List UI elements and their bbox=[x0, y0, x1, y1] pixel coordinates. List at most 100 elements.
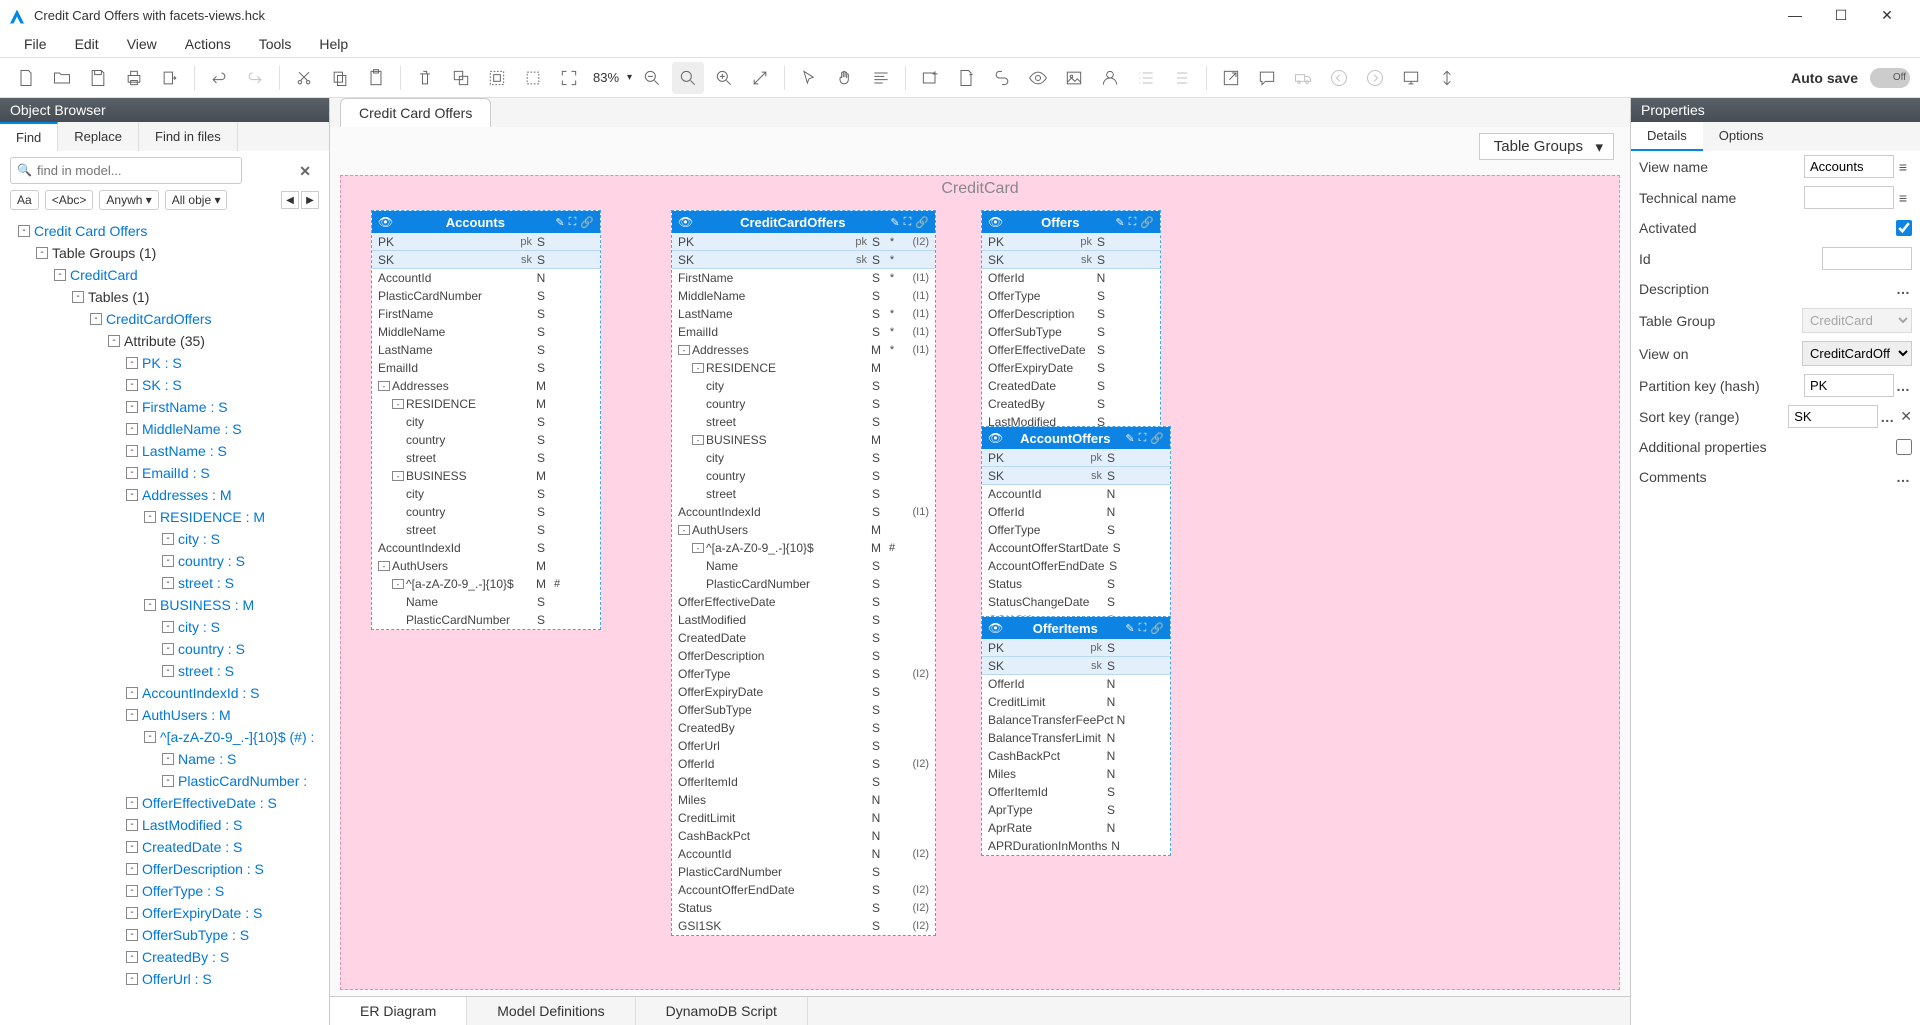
table-row[interactable]: OfferIdN bbox=[982, 503, 1170, 521]
zoom-level[interactable]: 83% bbox=[589, 70, 623, 85]
tree-node[interactable]: -city : S bbox=[0, 528, 329, 550]
tree-toggle-icon[interactable]: - bbox=[162, 555, 174, 567]
document-tab[interactable]: Credit Card Offers bbox=[340, 98, 491, 127]
table-key-row[interactable]: SKskS* bbox=[672, 251, 935, 269]
nav-next-icon[interactable] bbox=[1359, 62, 1391, 94]
undo-icon[interactable] bbox=[203, 62, 235, 94]
tree-node[interactable]: -PK : S bbox=[0, 352, 329, 374]
tree-node[interactable]: -SK : S bbox=[0, 374, 329, 396]
edit-icon[interactable]: ✎ bbox=[890, 216, 899, 229]
table-row[interactable]: EmailIdS bbox=[372, 359, 600, 377]
table-row[interactable]: CreatedDateS bbox=[672, 629, 935, 647]
clear-icon[interactable]: ✕ bbox=[1900, 408, 1912, 425]
tree-toggle-icon[interactable]: - bbox=[162, 753, 174, 765]
table-row[interactable]: OfferDescriptionS bbox=[672, 647, 935, 665]
list-icon[interactable] bbox=[1130, 62, 1162, 94]
link-icon[interactable]: 🔗 bbox=[1150, 622, 1164, 635]
table-key-row[interactable]: PKpkS bbox=[982, 449, 1170, 467]
fit-icon[interactable] bbox=[553, 62, 585, 94]
bottom-tab-dynamodb-script[interactable]: DynamoDB Script bbox=[636, 997, 808, 1025]
link-icon[interactable] bbox=[986, 62, 1018, 94]
tree-toggle-icon[interactable]: - bbox=[162, 577, 174, 589]
erd-table-offers[interactable]: 👁Offers✎⛶🔗PKpkSSKskSOfferIdNOfferTypeSOf… bbox=[981, 210, 1161, 450]
redo-icon[interactable] bbox=[239, 62, 271, 94]
truck-icon[interactable] bbox=[1287, 62, 1319, 94]
eye-icon[interactable]: 👁 bbox=[378, 215, 393, 229]
table-row[interactable]: StatusChangeDateS bbox=[982, 593, 1170, 611]
prop-tab-details[interactable]: Details bbox=[1631, 122, 1703, 151]
erd-table-accounts[interactable]: 👁Accounts✎⛶🔗PKpkSSKskSAccountIdNPlasticC… bbox=[371, 210, 601, 630]
collapse-icon[interactable]: - bbox=[678, 525, 690, 535]
table-row[interactable]: OfferEffectiveDateS bbox=[982, 341, 1160, 359]
duplicate-icon[interactable] bbox=[445, 62, 477, 94]
table-row[interactable]: OfferIdN bbox=[982, 675, 1170, 693]
more-icon[interactable]: … bbox=[1878, 409, 1896, 425]
table-row[interactable]: CreatedByS bbox=[672, 719, 935, 737]
tree-toggle-icon[interactable]: - bbox=[126, 819, 138, 831]
table-row[interactable]: streetS bbox=[672, 413, 935, 431]
export-icon[interactable] bbox=[154, 62, 186, 94]
table-row[interactable]: EmailIdS*(I1) bbox=[672, 323, 935, 341]
pointer-icon[interactable] bbox=[793, 62, 825, 94]
table-row[interactable]: OfferDescriptionS bbox=[982, 305, 1160, 323]
table-row[interactable]: NameS bbox=[372, 593, 600, 611]
tree-node[interactable]: -AccountIndexId : S bbox=[0, 682, 329, 704]
print-icon[interactable] bbox=[118, 62, 150, 94]
collapse-icon[interactable] bbox=[1431, 62, 1463, 94]
tree-toggle-icon[interactable]: - bbox=[126, 907, 138, 919]
prop-activated-checkbox[interactable] bbox=[1896, 220, 1912, 236]
tree-node[interactable]: -OfferEffectiveDate : S bbox=[0, 792, 329, 814]
expand-icon[interactable]: ⛶ bbox=[1129, 216, 1137, 229]
tree-node[interactable]: -OfferType : S bbox=[0, 880, 329, 902]
delete-icon[interactable] bbox=[409, 62, 441, 94]
tree-toggle-icon[interactable]: - bbox=[72, 291, 84, 303]
table-row[interactable]: OfferExpiryDateS bbox=[672, 683, 935, 701]
view-selector[interactable]: Table Groups bbox=[1479, 133, 1614, 160]
table-row[interactable]: LastNameS*(I1) bbox=[672, 305, 935, 323]
bottom-tab-er-diagram[interactable]: ER Diagram bbox=[330, 997, 467, 1025]
tree-toggle-icon[interactable]: - bbox=[90, 313, 102, 325]
table-row[interactable]: OfferSubTypeS bbox=[672, 701, 935, 719]
select-all-icon[interactable] bbox=[481, 62, 513, 94]
tree-node[interactable]: -CreditCard bbox=[0, 264, 329, 286]
table-row[interactable]: cityS bbox=[672, 377, 935, 395]
prop-viewon-select[interactable]: CreditCardOff bbox=[1802, 341, 1912, 366]
table-key-row[interactable]: SKskS bbox=[982, 657, 1170, 675]
tree-node[interactable]: -PlasticCardNumber : bbox=[0, 770, 329, 792]
prop-tab-options[interactable]: Options bbox=[1703, 122, 1780, 151]
edit-icon[interactable]: ✎ bbox=[1125, 622, 1134, 635]
add-doc-icon[interactable] bbox=[950, 62, 982, 94]
collapse-icon[interactable]: - bbox=[692, 363, 704, 373]
table-row[interactable]: OfferItemIdS bbox=[672, 773, 935, 791]
tree-toggle-icon[interactable]: - bbox=[144, 511, 156, 523]
tree-node[interactable]: -LastModified : S bbox=[0, 814, 329, 836]
menu-view[interactable]: View bbox=[113, 30, 171, 57]
table-row[interactable]: countryS bbox=[372, 431, 600, 449]
close-button[interactable]: ✕ bbox=[1864, 0, 1910, 30]
filter-chip[interactable]: Anywh ▾ bbox=[99, 190, 158, 210]
tree-toggle-icon[interactable]: - bbox=[126, 929, 138, 941]
tree-node[interactable]: -AuthUsers : M bbox=[0, 704, 329, 726]
table-row[interactable]: OfferTypeS bbox=[982, 521, 1170, 539]
table-row[interactable]: -BUSINESSM bbox=[372, 467, 600, 485]
collapse-icon[interactable]: - bbox=[692, 435, 704, 445]
table-row[interactable]: CreditLimitN bbox=[672, 809, 935, 827]
tree-node[interactable]: -country : S bbox=[0, 550, 329, 572]
table-row[interactable]: cityS bbox=[672, 449, 935, 467]
table-row[interactable]: CreatedByS bbox=[982, 395, 1160, 413]
paste-icon[interactable] bbox=[360, 62, 392, 94]
tree-toggle-icon[interactable]: - bbox=[126, 709, 138, 721]
list2-icon[interactable] bbox=[1166, 62, 1198, 94]
table-row[interactable]: -^[a-zA-Z0-9_.-]{10}$M# bbox=[372, 575, 600, 593]
tree-toggle-icon[interactable]: - bbox=[126, 863, 138, 875]
table-row[interactable]: FirstNameS bbox=[372, 305, 600, 323]
cut-icon[interactable] bbox=[288, 62, 320, 94]
table-row[interactable]: AprRateN bbox=[982, 819, 1170, 837]
prop-pk-input[interactable] bbox=[1804, 374, 1894, 397]
eye-icon[interactable]: 👁 bbox=[988, 621, 1003, 635]
table-row[interactable]: -RESIDENCEM bbox=[672, 359, 935, 377]
collapse-icon[interactable]: - bbox=[392, 579, 404, 589]
prop-id-input[interactable] bbox=[1822, 247, 1912, 270]
erd-table-creditcardoffers[interactable]: 👁CreditCardOffers✎⛶🔗PKpkS*(I2)SKskS*Firs… bbox=[671, 210, 936, 936]
table-row[interactable]: OfferItemIdS bbox=[982, 783, 1170, 801]
